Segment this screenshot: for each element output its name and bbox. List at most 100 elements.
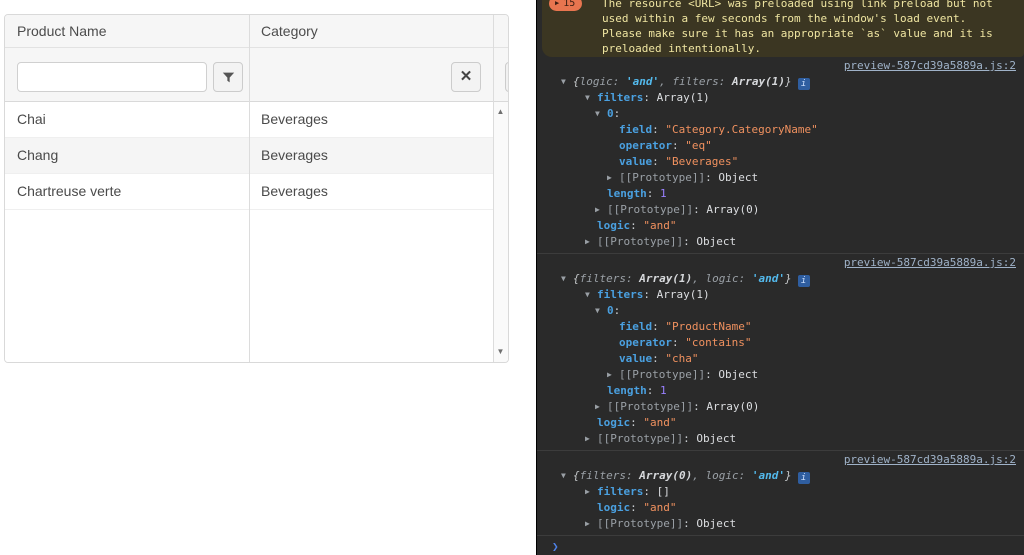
category-filter-value: Beverages — [506, 69, 509, 85]
clear-filter-button[interactable]: ✕ — [451, 62, 481, 92]
token-str: "Category.CategoryName" — [665, 123, 817, 136]
expand-arrow-icon[interactable]: ▶ — [607, 367, 619, 383]
token-pkey: filters — [580, 272, 626, 285]
console-line: value: "cha" — [537, 351, 1024, 367]
expand-arrow-icon[interactable]: ▶ — [607, 170, 619, 186]
token-pbr: { — [573, 272, 580, 285]
token-proto: [[Prototype]] — [597, 517, 683, 530]
token-val: Object — [718, 368, 758, 381]
expand-arrow-icon[interactable]: ▼ — [585, 287, 597, 303]
token-pln: : — [652, 123, 665, 136]
column-header-product-name[interactable]: Product Name — [5, 15, 249, 48]
category-filter-dropdown[interactable]: Beverages ▼ — [505, 62, 509, 92]
token-key: 0 — [607, 304, 614, 317]
token-num: 1 — [660, 187, 667, 200]
expand-arrow-icon[interactable]: ▶ — [595, 399, 607, 415]
column-divider — [493, 15, 494, 362]
expand-arrow-icon[interactable]: ▼ — [561, 271, 573, 287]
token-proto: [[Prototype]] — [619, 171, 705, 184]
token-pkey: logic — [705, 469, 738, 482]
console-line: ▼0: — [537, 303, 1024, 319]
products-grid: Product Name Category Beverages ▼ ✕ — [4, 14, 509, 363]
scroll-down-icon[interactable]: ▼ — [493, 345, 508, 359]
expand-arrow-icon[interactable]: ▼ — [561, 74, 573, 90]
token-pln: : — [705, 171, 718, 184]
expand-arrow-icon[interactable]: ▶ — [585, 234, 597, 250]
token-pln: : — [643, 288, 656, 301]
token-ppl: : — [739, 272, 752, 285]
source-link-row: preview-587cd39a5889a.js:2 — [537, 452, 1024, 468]
token-pln: : — [652, 155, 665, 168]
cell-category: Beverages — [249, 174, 493, 209]
source-link-row: preview-587cd39a5889a.js:2 — [537, 255, 1024, 271]
filter-button[interactable] — [213, 62, 243, 92]
token-pkey: filters — [580, 469, 626, 482]
console-line: ▼filters: Array(1) — [537, 90, 1024, 106]
warning-count-badge[interactable]: ▶ 15 — [549, 0, 582, 11]
token-proto: [[Prototype]] — [597, 432, 683, 445]
token-pkey: logic — [580, 75, 613, 88]
console-line: ▼{filters: Array(1), logic: 'and'}i — [537, 271, 1024, 287]
console-line: ▼0: — [537, 106, 1024, 122]
info-icon[interactable]: i — [798, 275, 810, 287]
expand-arrow-icon[interactable]: ▼ — [595, 303, 607, 319]
token-ppl: : — [739, 469, 752, 482]
token-pln: : — [630, 219, 643, 232]
expand-arrow-icon[interactable]: ▶ — [585, 431, 597, 447]
console-line: ▼filters: Array(1) — [537, 287, 1024, 303]
token-pln: : — [614, 107, 621, 120]
console-prompt[interactable]: ❯ — [537, 536, 1024, 554]
console-entry: preview-587cd39a5889a.js:2▼{filters: Arr… — [537, 451, 1024, 536]
expand-arrow-icon[interactable]: ▶ — [595, 202, 607, 218]
token-ppl: : — [626, 469, 639, 482]
token-pln: : — [683, 235, 696, 248]
source-link[interactable]: preview-587cd39a5889a.js:2 — [844, 59, 1016, 72]
token-val: Array(0) — [706, 203, 759, 216]
token-key: value — [619, 352, 652, 365]
scroll-up-icon[interactable]: ▲ — [493, 105, 508, 119]
token-proto: [[Prototype]] — [607, 203, 693, 216]
grid-scrollbar[interactable]: ▲ ▼ — [493, 102, 508, 362]
console-line: ▶[[Prototype]]: Array(0) — [537, 399, 1024, 415]
token-ppl: : — [613, 75, 626, 88]
token-ppl: , — [692, 469, 705, 482]
warning-line: used within a few seconds from the windo… — [602, 11, 1016, 26]
info-icon[interactable]: i — [798, 78, 810, 90]
column-divider — [249, 15, 250, 362]
token-key: length — [607, 187, 647, 200]
info-icon[interactable]: i — [798, 472, 810, 484]
token-key: field — [619, 320, 652, 333]
token-pval: Array(1) — [639, 272, 692, 285]
warning-text: The resource <URL> was preloaded using l… — [602, 0, 1016, 56]
page-panel: Product Name Category Beverages ▼ ✕ — [0, 0, 536, 555]
token-val: Object — [696, 235, 736, 248]
expand-arrow-icon[interactable]: ▼ — [585, 90, 597, 106]
column-header-category[interactable]: Category — [249, 15, 493, 48]
console-entries: preview-587cd39a5889a.js:2▼{logic: 'and'… — [537, 57, 1024, 554]
token-pstr: 'and' — [626, 75, 659, 88]
token-pval: Array(1) — [732, 75, 785, 88]
console-entry: preview-587cd39a5889a.js:2▼{logic: 'and'… — [537, 57, 1024, 254]
expand-arrow-icon[interactable]: ▼ — [595, 106, 607, 122]
filter-funnel-icon — [222, 71, 235, 84]
token-pbr: } — [785, 272, 792, 285]
console-line: ▶[[Prototype]]: Object — [537, 516, 1024, 532]
token-str: "contains" — [685, 336, 751, 349]
console-line: logic: "and" — [537, 500, 1024, 516]
token-pln: : — [647, 384, 660, 397]
console-line: ▶filters: [] — [537, 484, 1024, 500]
token-key: logic — [597, 416, 630, 429]
token-pln: : — [630, 416, 643, 429]
token-ppl: , — [692, 272, 705, 285]
source-link[interactable]: preview-587cd39a5889a.js:2 — [844, 256, 1016, 269]
warning-line: preloaded intentionally. — [602, 41, 1016, 56]
source-link[interactable]: preview-587cd39a5889a.js:2 — [844, 453, 1016, 466]
token-str: "and" — [643, 219, 676, 232]
token-str: "and" — [643, 501, 676, 514]
token-str: "and" — [643, 416, 676, 429]
expand-arrow-icon[interactable]: ▼ — [561, 468, 573, 484]
expand-arrow-icon[interactable]: ▶ — [585, 516, 597, 532]
product-name-filter-input[interactable] — [17, 62, 207, 92]
expand-arrow-icon[interactable]: ▶ — [585, 484, 597, 500]
token-pln: : — [652, 352, 665, 365]
